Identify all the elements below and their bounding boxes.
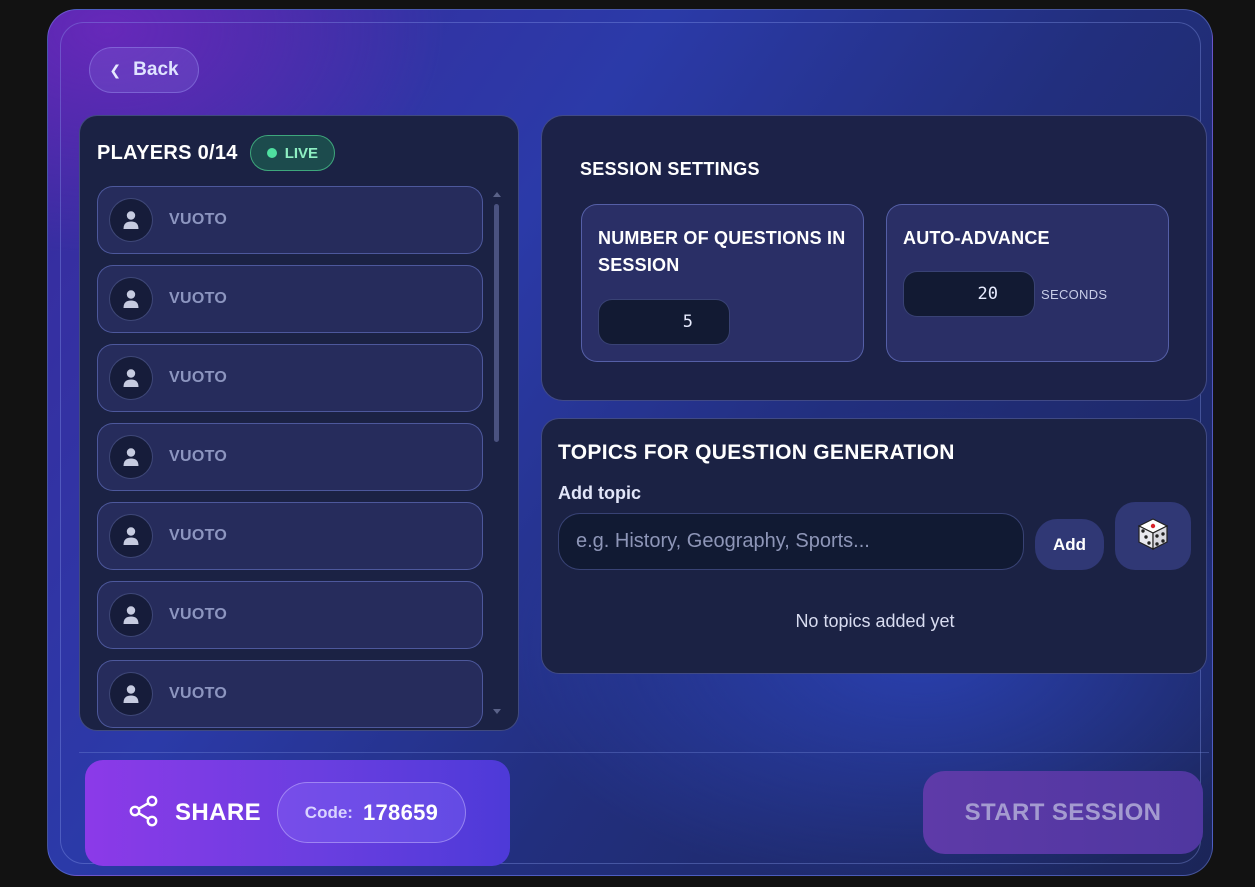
back-label: Back — [133, 59, 179, 80]
add-topic-label: Add topic — [558, 483, 641, 503]
topics-panel: TOPICS FOR QUESTION GENERATION Add topic… — [541, 418, 1207, 674]
no-topics-message: No topics added yet — [795, 611, 955, 631]
session-settings-title: SESSION SETTINGS — [580, 159, 760, 179]
scroll-down-arrow-icon[interactable] — [493, 709, 501, 714]
code-label: Code: — [304, 802, 353, 822]
share-icon — [129, 795, 159, 832]
start-session-button[interactable]: START SESSION — [923, 771, 1203, 854]
random-topic-button[interactable] — [1115, 502, 1191, 570]
user-icon — [109, 277, 153, 321]
player-name: VUOTO — [169, 369, 228, 386]
live-label: LIVE — [284, 144, 319, 162]
player-name: VUOTO — [169, 527, 228, 544]
questions-setting-card: NUMBER OF QUESTIONS IN SESSION 5 — [581, 204, 864, 362]
share-bar: SHARE Code: 178659 — [85, 760, 510, 866]
player-list-scrollbar[interactable] — [492, 190, 502, 714]
user-icon — [109, 593, 153, 637]
questions-count-input[interactable]: 5 — [598, 299, 730, 345]
lobby-frame: ❮ Back PLAYERS 0/14 LIVE VUOTO VUOTO VUO… — [60, 22, 1209, 866]
player-name: VUOTO — [169, 448, 228, 465]
share-label: SHARE — [175, 799, 262, 826]
live-dot-icon — [266, 148, 277, 158]
lobby-window: ❮ Back PLAYERS 0/14 LIVE VUOTO VUOTO VUO… — [47, 9, 1213, 876]
player-name: VUOTO — [169, 290, 228, 307]
footer-divider — [79, 752, 1209, 753]
user-icon — [109, 514, 153, 558]
player-slot: VUOTO — [97, 660, 483, 728]
player-name: VUOTO — [169, 685, 228, 702]
player-name: VUOTO — [169, 606, 228, 623]
player-slot: VUOTO — [97, 186, 483, 254]
auto-advance-seconds-input[interactable]: 20 — [903, 271, 1035, 317]
session-code-pill[interactable]: Code: 178659 — [277, 782, 466, 843]
seconds-unit-label: SECONDS — [1041, 287, 1108, 302]
topics-title: TOPICS FOR QUESTION GENERATION — [558, 441, 955, 464]
player-slot: VUOTO — [97, 581, 483, 649]
user-icon — [109, 356, 153, 400]
player-slot: VUOTO — [97, 344, 483, 412]
scroll-up-arrow-icon[interactable] — [493, 192, 501, 197]
players-header: PLAYERS 0/14 LIVE — [97, 134, 336, 172]
share-button[interactable]: SHARE — [129, 790, 261, 836]
user-icon — [109, 198, 153, 242]
player-slot: VUOTO — [97, 502, 483, 570]
session-settings-panel: SESSION SETTINGS NUMBER OF QUESTIONS IN … — [541, 115, 1207, 401]
questions-label: NUMBER OF QUESTIONS IN SESSION — [598, 228, 846, 275]
topic-input[interactable]: e.g. History, Geography, Sports... — [558, 513, 1024, 570]
players-panel: PLAYERS 0/14 LIVE VUOTO VUOTO VUOTO VUOT… — [79, 115, 519, 731]
auto-advance-label: AUTO-ADVANCE — [903, 228, 1050, 248]
player-slot: VUOTO — [97, 265, 483, 333]
scroll-thumb[interactable] — [494, 204, 499, 442]
user-icon — [109, 672, 153, 716]
chevron-left-icon: ❮ — [109, 61, 122, 78]
user-icon — [109, 435, 153, 479]
back-button[interactable]: ❮ Back — [89, 47, 199, 93]
player-name: VUOTO — [169, 211, 228, 228]
add-topic-button[interactable]: Add — [1035, 519, 1104, 570]
player-slot: VUOTO — [97, 423, 483, 491]
players-title: PLAYERS 0/14 — [97, 141, 238, 164]
player-list[interactable]: VUOTO VUOTO VUOTO VUOTO VUOTO VUOTO VUOT… — [97, 186, 483, 730]
auto-advance-setting-card: AUTO-ADVANCE 20 SECONDS — [886, 204, 1169, 362]
live-badge: LIVE — [249, 135, 336, 171]
dice-icon — [1136, 517, 1170, 556]
session-code-value: 178659 — [362, 799, 439, 825]
